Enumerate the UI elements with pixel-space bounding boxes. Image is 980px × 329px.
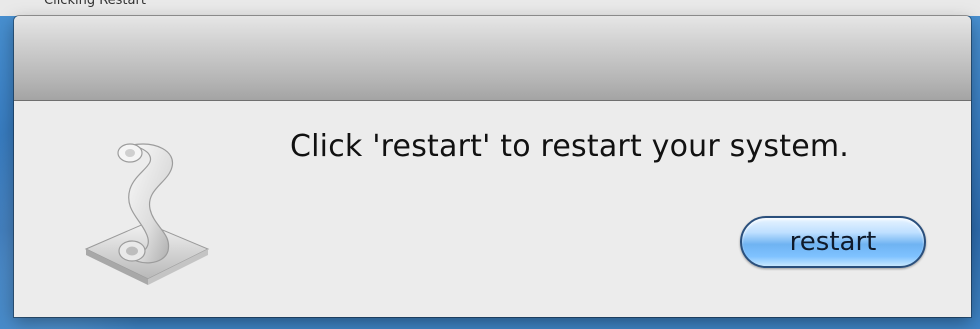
dialog-titlebar[interactable] <box>14 16 971 101</box>
top-fragment-text: Clicking Restart <box>44 0 146 8</box>
top-window-fragment: Clicking Restart <box>0 0 980 16</box>
dialog-message: Click 'restart' to restart your system. <box>290 129 850 164</box>
restart-button-label: restart <box>789 227 877 257</box>
dialog-content: Click 'restart' to restart your system. … <box>14 101 971 317</box>
script-scroll-icon <box>76 137 216 287</box>
restart-dialog: Click 'restart' to restart your system. … <box>14 16 971 317</box>
restart-button[interactable]: restart <box>740 216 926 268</box>
